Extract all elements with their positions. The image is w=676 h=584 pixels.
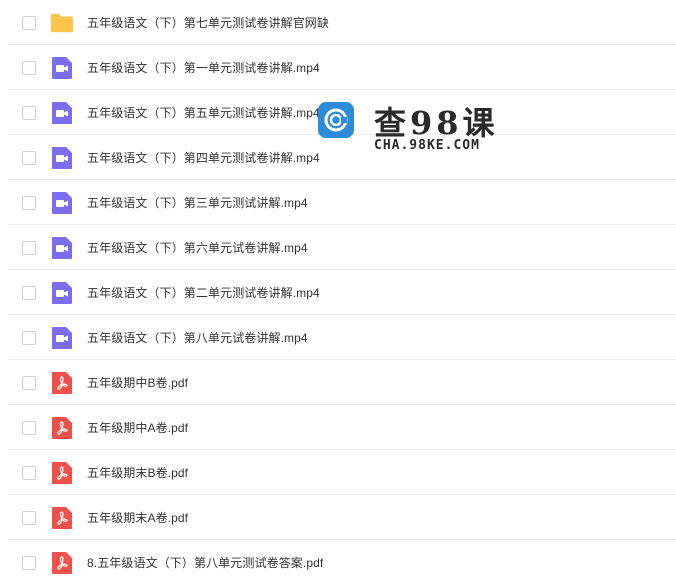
watermark: 查98课 CHA.98KE.COM — [318, 100, 498, 160]
select-checkbox[interactable] — [22, 150, 36, 165]
file-list: 五年级语文（下）第七单元测试卷讲解官网缺 五年级语文（下）第一单元测试卷讲解.mp… — [0, 0, 676, 584]
pdf-file-icon — [50, 506, 74, 530]
list-item[interactable]: 五年级期中A卷.pdf — [0, 405, 676, 450]
video-file-icon — [50, 236, 74, 260]
file-name[interactable]: 五年级语文（下）第三单元测试讲解.mp4 — [87, 194, 308, 211]
video-file-icon — [50, 146, 74, 170]
video-file-icon — [50, 56, 74, 80]
file-name[interactable]: 五年级语文（下）第八单元试卷讲解.mp4 — [87, 329, 308, 346]
select-checkbox[interactable] — [22, 330, 36, 345]
file-name[interactable]: 五年级语文（下）第五单元测试卷讲解.mp4 — [87, 104, 320, 121]
select-checkbox[interactable] — [22, 15, 36, 30]
select-checkbox[interactable] — [22, 375, 36, 390]
watermark-subtitle: CHA.98KE.COM — [374, 138, 480, 153]
select-checkbox[interactable] — [22, 420, 36, 435]
video-file-icon — [50, 101, 74, 125]
file-name[interactable]: 五年级语文（下）第二单元测试卷讲解.mp4 — [87, 284, 320, 301]
list-item[interactable]: 五年级语文（下）第二单元测试卷讲解.mp4 — [0, 270, 676, 315]
list-item[interactable]: 五年级期中B卷.pdf — [0, 360, 676, 405]
select-checkbox[interactable] — [22, 285, 36, 300]
pdf-file-icon — [50, 461, 74, 485]
file-name[interactable]: 五年级语文（下）第七单元测试卷讲解官网缺 — [87, 14, 329, 31]
file-name[interactable]: 五年级期末A卷.pdf — [87, 509, 188, 526]
file-name[interactable]: 五年级期中B卷.pdf — [87, 374, 188, 391]
file-name[interactable]: 8.五年级语文（下）第八单元测试卷答案.pdf — [87, 554, 323, 571]
file-name[interactable]: 五年级期中A卷.pdf — [87, 419, 188, 436]
select-checkbox[interactable] — [22, 195, 36, 210]
file-name[interactable]: 五年级语文（下）第一单元测试卷讲解.mp4 — [87, 59, 320, 76]
file-name[interactable]: 五年级语文（下）第四单元测试卷讲解.mp4 — [87, 149, 320, 166]
list-item[interactable]: 五年级语文（下）第七单元测试卷讲解官网缺 — [0, 0, 676, 45]
list-item[interactable]: 五年级语文（下）第八单元试卷讲解.mp4 — [0, 315, 676, 360]
list-item[interactable]: 五年级期末B卷.pdf — [0, 450, 676, 495]
pdf-file-icon — [50, 371, 74, 395]
select-checkbox[interactable] — [22, 105, 36, 120]
select-checkbox[interactable] — [22, 465, 36, 480]
file-name[interactable]: 五年级期末B卷.pdf — [87, 464, 188, 481]
watermark-logo-icon — [318, 102, 354, 138]
video-file-icon — [50, 191, 74, 215]
list-item[interactable]: 五年级语文（下）第三单元测试讲解.mp4 — [0, 180, 676, 225]
pdf-file-icon — [50, 551, 74, 575]
select-checkbox[interactable] — [22, 60, 36, 75]
pdf-file-icon — [50, 416, 74, 440]
select-checkbox[interactable] — [22, 510, 36, 525]
folder-icon — [50, 11, 74, 35]
video-file-icon — [50, 281, 74, 305]
list-item[interactable]: 五年级期末A卷.pdf — [0, 495, 676, 540]
list-item[interactable]: 8.五年级语文（下）第八单元测试卷答案.pdf — [0, 540, 676, 584]
list-item[interactable]: 五年级语文（下）第六单元试卷讲解.mp4 — [0, 225, 676, 270]
select-checkbox[interactable] — [22, 555, 36, 570]
file-name[interactable]: 五年级语文（下）第六单元试卷讲解.mp4 — [87, 239, 308, 256]
select-checkbox[interactable] — [22, 240, 36, 255]
video-file-icon — [50, 326, 74, 350]
list-item[interactable]: 五年级语文（下）第一单元测试卷讲解.mp4 — [0, 45, 676, 90]
